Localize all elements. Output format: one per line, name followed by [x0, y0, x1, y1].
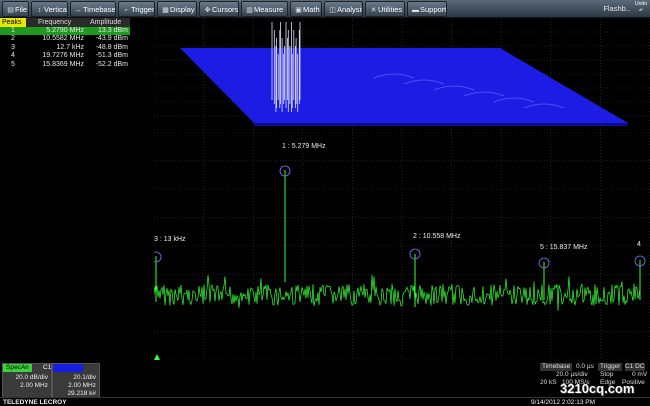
peak-index: 2 [11, 35, 15, 43]
peak-row[interactable]: 2 10.5582 MHz -43.9 dBm [0, 35, 130, 43]
watermark: 3210cq.com [560, 381, 635, 396]
trigger-icon: ⌐ [124, 7, 129, 14]
peak-index: 3 [11, 43, 15, 51]
vertical-arrows-icon: ↕ [37, 7, 42, 14]
menu-vertical-button[interactable]: ↕ Vertical [31, 1, 68, 17]
zoom-trace-descriptor[interactable]: 20.1/div 2.00 MHz 29.218 k# [52, 363, 100, 401]
peak-row[interactable]: 5 15.8369 MHz -52.2 dBm [0, 61, 130, 69]
brand-logo: TELEDYNE LECROY [3, 399, 67, 406]
menu-support-button[interactable]: ▬Support [407, 1, 447, 17]
frequency-column-header[interactable]: Frequency [38, 18, 71, 27]
measure-icon: ▥ [246, 7, 253, 14]
peak-amplitude: -52.2 dBm [95, 60, 128, 68]
zoom-span: 2.00 MHz [68, 382, 96, 389]
menu-utilities-button[interactable]: ✕ Utilities [365, 1, 405, 17]
speca-tag: SpecAn [3, 364, 32, 372]
menu-label: Trigger [131, 5, 155, 14]
speca-trace-descriptor[interactable]: SpecAn C1 20.0 dB/div 2.00 MHz [2, 363, 52, 401]
undo-label: Undo [635, 1, 647, 7]
peaks-table: Peaks Frequency Amplitude 1 5.2790 MHz 1… [0, 18, 130, 69]
status-bar: TELEDYNE LECROY 9/14/2012 2:02:13 PM [0, 397, 650, 406]
display-icon: ▦ [162, 7, 169, 14]
peak-row[interactable]: 4 19.7276 MHz -51.3 dBm [0, 52, 130, 60]
peak-amplitude: -43.9 dBm [95, 35, 128, 43]
peak-frequency: 19.7276 MHz [42, 52, 84, 60]
analysis-icon: ◫ [329, 7, 336, 14]
timebase-per-div: 20.0 µs/div [556, 371, 588, 378]
brand-flash-label[interactable]: Flashb.. [603, 4, 630, 13]
peak-amplitude: -48.8 dBm [95, 43, 128, 51]
speca-span: 2.00 MHz [20, 382, 48, 389]
menu-file-button[interactable]: ▤File [2, 1, 29, 17]
peak-amplitude: -51.3 dBm [95, 52, 128, 60]
amplitude-column-header[interactable]: Amplitude [90, 18, 121, 27]
waterfall-grid[interactable] [154, 18, 650, 130]
peak-row[interactable]: 1 5.2790 MHz 13.3 dBm [0, 27, 130, 36]
peak-frequency: 12.7 kHz [56, 43, 84, 51]
menu-display-button[interactable]: ▦Display [157, 1, 197, 17]
peaks-header: Peaks Frequency Amplitude [0, 18, 130, 27]
menu-cursors-button[interactable]: ✥ Cursors [199, 1, 239, 17]
peak-index: 1 [11, 27, 15, 34]
menu-bar: ▤File ↕ Vertical ↔Timebase ⌐ Trigger ▦Display ✥… [0, 0, 650, 18]
math-icon: ▣ [295, 7, 302, 14]
menu-analysis-button[interactable]: ◫Analysis [324, 1, 363, 17]
timebase-header: Timebase [540, 363, 573, 371]
timebase-samples: 20 kS [540, 379, 557, 386]
menu-label: Support [420, 5, 447, 14]
menu-math-button[interactable]: ▣Math [290, 1, 322, 17]
tools-icon: ✕ [370, 7, 377, 14]
menu-label: Math [303, 5, 320, 14]
speca-scale: 20.0 dB/div [15, 374, 48, 381]
menu-label: Timebase [83, 5, 116, 14]
peak-index: 5 [11, 60, 15, 68]
menu-timebase-button[interactable]: ↔Timebase [70, 1, 116, 17]
zoom-scale: 20.1/div [73, 374, 96, 381]
peak-row[interactable]: 3 12.7 kHz -48.8 dBm [0, 44, 130, 52]
spectrum-grid[interactable]: F 1 : 5.279 MHz 2 : 10.558 MHz 3 : 13 kH… [154, 132, 650, 360]
menu-label: Measure [254, 5, 284, 14]
peaks-tab[interactable]: Peaks [0, 18, 26, 27]
peak-amplitude: 13.3 dBm [98, 27, 128, 34]
undo-icon: ↶ [638, 8, 644, 14]
peak-index: 4 [11, 52, 15, 60]
peak-5-label: 5 : 15.837 MHz [540, 244, 588, 251]
waterfall-edge [254, 123, 628, 126]
peak-frequency: 10.5582 MHz [42, 35, 84, 43]
cursors-icon: ✥ [204, 7, 211, 14]
peak-1-label: 1 : 5.279 MHz [282, 143, 326, 150]
menu-label: Vertical [44, 5, 68, 14]
datetime: 9/14/2012 2:02:13 PM [531, 399, 595, 406]
trigger-level: 0 mV [632, 371, 648, 378]
support-icon: ▬ [412, 7, 419, 14]
spectrum-trace [154, 274, 641, 311]
horizontal-arrows-icon: ↔ [75, 7, 82, 14]
menu-label: Utilities [378, 5, 403, 14]
trigger-channel: C1 DC [625, 363, 645, 371]
peak-frequency: 15.8369 MHz [42, 60, 84, 68]
menu-trigger-button[interactable]: ⌐ Trigger [118, 1, 155, 17]
menu-label: Analysis [337, 5, 363, 14]
peak-3-marker[interactable] [154, 251, 162, 263]
file-icon: ▤ [7, 7, 14, 14]
menu-label: File [15, 5, 28, 14]
peak-2-label: 2 : 10.558 MHz [413, 233, 461, 240]
waterfall-surface [180, 48, 628, 123]
trigger-header: Trigger [598, 363, 623, 371]
peak-3-label: 3 : 13 kHz [154, 236, 186, 243]
menu-label: Cursors [212, 5, 239, 14]
zoom-tag [53, 364, 83, 372]
menu-label: Display [170, 5, 195, 14]
undo-button[interactable]: Undo ↶ [634, 1, 648, 17]
menu-measure-button[interactable]: ▥Measure [241, 1, 288, 17]
speca-channel: C1 [43, 364, 52, 371]
timebase-delay: 0.0 µs [576, 363, 594, 370]
peak-4-label: 4 [637, 241, 641, 248]
peak-frequency: 5.2790 MHz [46, 27, 84, 34]
trigger-mode: Stop [600, 371, 614, 378]
